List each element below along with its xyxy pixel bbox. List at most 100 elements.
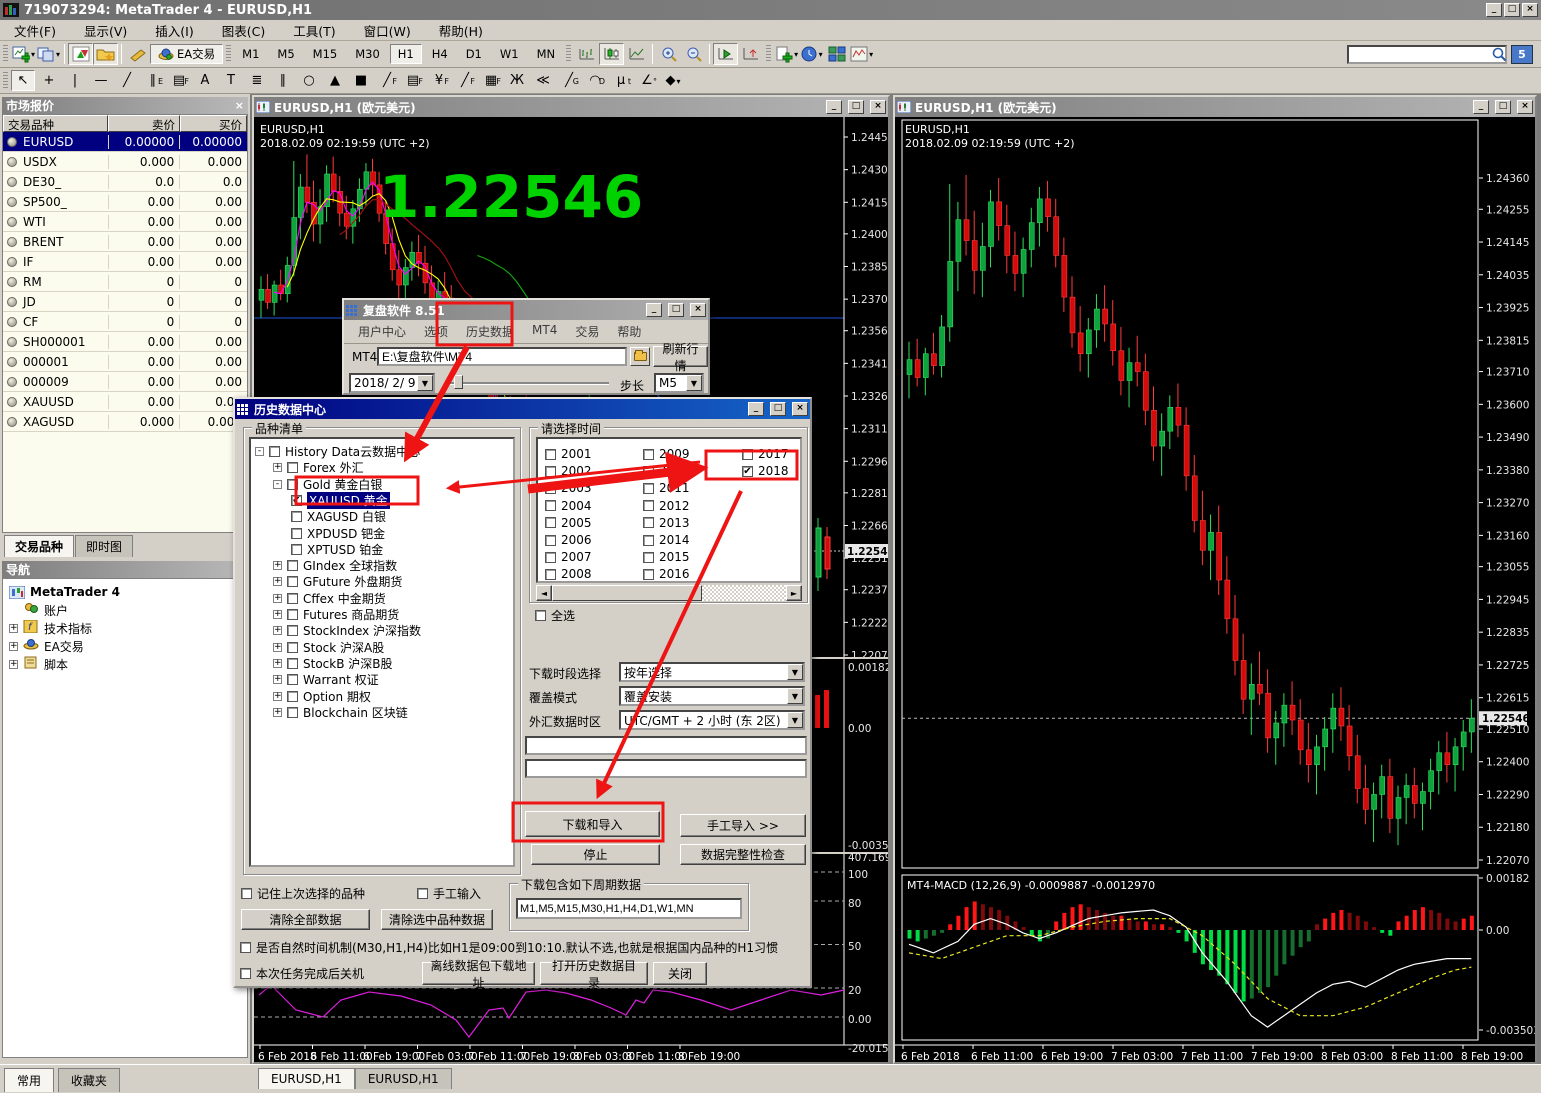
checkbox-icon[interactable] <box>287 625 298 636</box>
tree-item-xptusd[interactable]: XPTUSD 铂金 <box>291 542 383 557</box>
indicator-list-button[interactable]: ▾ <box>849 43 874 65</box>
parallel-channel-icon[interactable]: ∥ <box>271 70 295 91</box>
text-label-icon[interactable]: T <box>219 70 243 91</box>
offline-package-button[interactable]: 离线数据包下载地址 <box>422 962 535 985</box>
checkbox-icon[interactable] <box>291 528 302 539</box>
timeframe-m15[interactable]: M15 <box>305 44 346 64</box>
chart-shift-button[interactable] <box>738 43 763 65</box>
year-checkbox-2016[interactable]: 2016 <box>643 567 690 581</box>
timeframe-h4[interactable]: H4 <box>424 44 456 64</box>
tree-item-history[interactable]: -History Data云数据中心 <box>255 444 420 459</box>
clear-selected-button[interactable]: 清除选中品种数据 <box>381 909 493 930</box>
column-bid[interactable]: 卖价 <box>108 115 180 132</box>
trendline-icon[interactable]: ╱ <box>115 70 139 91</box>
close-button[interactable]: × <box>870 100 886 114</box>
checkbox-icon[interactable] <box>269 446 280 457</box>
profiles-button[interactable]: ▾ <box>36 43 61 65</box>
checkbox-icon[interactable] <box>643 552 654 563</box>
checkbox-icon[interactable] <box>287 642 298 653</box>
column-ask[interactable]: 买价 <box>180 115 247 132</box>
tree-item-futures[interactable]: +Futures 商品期货 <box>273 607 399 622</box>
year-checkbox-2015[interactable]: 2015 <box>643 550 690 564</box>
checkbox-icon[interactable] <box>287 707 298 718</box>
scroll-right-icon[interactable]: ► <box>786 585 802 601</box>
fibo-arcs-icon[interactable]: ◠D <box>583 70 607 91</box>
replay-menu-item-3[interactable]: MT4 <box>524 322 565 341</box>
checkbox-icon[interactable] <box>545 552 556 563</box>
tree-item-stockindex[interactable]: +StockIndex 沪深指数 <box>273 623 421 638</box>
checkbox-icon[interactable] <box>545 483 556 494</box>
checkbox-icon[interactable] <box>535 610 546 621</box>
market-watch-row-XAUUSD[interactable]: XAUUSD0.000.00 <box>3 392 247 412</box>
tab-favorites[interactable]: 收藏夹 <box>58 1068 120 1092</box>
market-watch-row-000001[interactable]: 0000010.000.00 <box>3 352 247 372</box>
horizontal-line-icon[interactable]: — <box>89 70 113 91</box>
menu-item-1[interactable]: 显示(V) <box>70 19 141 42</box>
menu-item-0[interactable]: 文件(F) <box>0 19 70 42</box>
checkbox-icon[interactable] <box>643 500 654 511</box>
minimize-button[interactable]: _ <box>1486 3 1502 17</box>
history-dialog-titlebar[interactable]: 历史数据中心 _ □ × <box>235 399 810 419</box>
download-period-select[interactable]: 按年选择▼ <box>619 662 805 682</box>
integrity-check-button[interactable]: 数据完整性检查 <box>680 844 806 865</box>
navigator-root[interactable]: MetaTrader 4 <box>3 583 247 601</box>
replay-menu-item-0[interactable]: 用户中心 <box>350 322 414 341</box>
checkbox-icon[interactable]: ✔ <box>742 466 753 477</box>
year-checkbox-2007[interactable]: 2007 <box>545 550 592 564</box>
expand-icon[interactable]: + <box>9 660 18 669</box>
scroll-track[interactable] <box>702 585 786 601</box>
market-watch-row-WTI[interactable]: WTI0.000.00 <box>3 212 247 232</box>
menu-item-3[interactable]: 图表(C) <box>208 19 279 42</box>
navigator-item-2[interactable]: +EA交易 <box>3 637 247 655</box>
tree-item-stockb[interactable]: +StockB 沪深B股 <box>273 656 393 671</box>
crosshair-icon[interactable]: + <box>37 70 61 91</box>
tree-item-cffex[interactable]: +Cffex 中金期货 <box>273 591 386 606</box>
ellipse-icon[interactable]: ○ <box>297 70 321 91</box>
zoom-out-button[interactable] <box>681 43 706 65</box>
rectangle-icon[interactable]: ■ <box>349 70 373 91</box>
expand-icon[interactable]: + <box>273 659 282 668</box>
checkbox-icon[interactable] <box>287 479 298 490</box>
left-chart-titlebar[interactable]: EURUSD,H1 (欧元美元) _ □ × <box>254 97 888 117</box>
navigator-item-3[interactable]: +脚本 <box>3 655 247 673</box>
market-watch-row-IF[interactable]: IF0.000.00 <box>3 252 247 272</box>
year-checkbox-2013[interactable]: 2013 <box>643 516 690 530</box>
refresh-quotes-button[interactable]: 刷新行情 <box>653 346 708 367</box>
tree-item-gindex[interactable]: +GIndex 全球指数 <box>273 558 397 573</box>
expand-icon[interactable]: + <box>273 594 282 603</box>
bar-chart-button[interactable] <box>574 43 599 65</box>
checkbox-icon[interactable] <box>545 500 556 511</box>
chevron-down-icon[interactable]: ▼ <box>787 712 803 728</box>
tree-item-xauusd[interactable]: ✔XAUUSD 黄金 <box>291 493 390 508</box>
year-checkbox-2001[interactable]: 2001 <box>545 447 592 461</box>
checkbox-icon[interactable]: ✔ <box>291 495 302 506</box>
timeframe-m30[interactable]: M30 <box>347 44 388 64</box>
checkbox-icon[interactable] <box>291 511 302 522</box>
restore-button[interactable]: □ <box>1495 100 1511 114</box>
chevron-down-icon[interactable]: ▼ <box>787 664 803 680</box>
replay-slider-track[interactable] <box>445 382 609 384</box>
fibo-lines-icon[interactable]: ≣ <box>245 70 269 91</box>
replay-menu-item-1[interactable]: 选项 <box>416 322 456 341</box>
year-checkbox-2017[interactable]: 2017 <box>742 447 789 461</box>
year-checkbox-2008[interactable]: 2008 <box>545 567 592 581</box>
stop-button[interactable]: 停止 <box>531 844 660 865</box>
checkbox-icon[interactable] <box>742 449 753 460</box>
step-select[interactable]: M5▼ <box>654 373 704 393</box>
period-button[interactable]: ▾ <box>799 43 824 65</box>
replay-menu-item-4[interactable]: 交易 <box>567 322 607 341</box>
period-list-input[interactable] <box>516 898 742 919</box>
new-order-button[interactable]: ▾ <box>774 43 799 65</box>
right-chart-canvas[interactable]: EURUSD,H12018.02.09 02:19:59 (UTC +2)1.2… <box>895 117 1535 1062</box>
tab-symbols[interactable]: 交易品种 <box>4 535 74 557</box>
checkbox-icon[interactable] <box>545 517 556 528</box>
checkbox-icon[interactable] <box>287 576 298 587</box>
timeframe-mn[interactable]: MN <box>529 44 564 64</box>
close-button[interactable]: × <box>792 402 808 416</box>
menu-item-5[interactable]: 窗口(W) <box>350 19 425 42</box>
new-chart-button[interactable]: ▾ <box>11 43 36 65</box>
andrews-pitchfork-icon[interactable]: Ж <box>505 70 529 91</box>
expand-icon[interactable]: + <box>273 692 282 701</box>
tree-item-forex[interactable]: +Forex 外汇 <box>273 460 364 475</box>
fibo-grid-icon[interactable]: ▤F <box>401 70 425 91</box>
